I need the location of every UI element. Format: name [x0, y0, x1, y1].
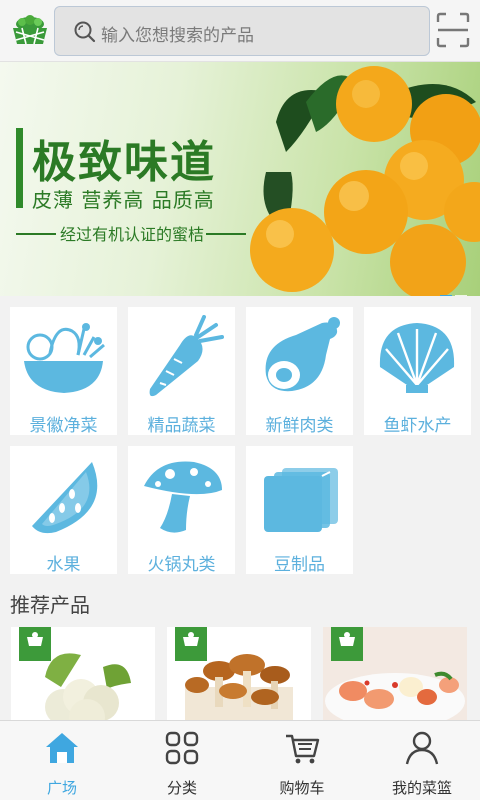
watermelon-icon	[32, 462, 98, 534]
product-card-cauliflower[interactable]	[11, 627, 155, 720]
tab-label: 购物车	[279, 779, 325, 797]
brand-badge	[331, 627, 363, 661]
category-label: 景徽净菜	[29, 416, 98, 436]
search-icon	[74, 21, 96, 43]
scan-icon[interactable]	[436, 12, 470, 48]
bottom-tab-bar: 广场 分类 购物车 我的菜篮	[0, 720, 480, 800]
salad-bowl-icon	[24, 323, 105, 393]
carousel-dot[interactable]	[455, 295, 467, 296]
top-bar: 输入您想搜索的产品	[0, 0, 480, 62]
category-label: 精品蔬菜	[147, 416, 216, 436]
user-icon	[405, 731, 439, 765]
category-label: 水果	[46, 555, 81, 575]
tab-my-basket[interactable]: 我的菜篮	[362, 721, 480, 800]
brand-logo-icon	[339, 632, 355, 646]
brand-logo-icon	[183, 632, 199, 646]
search-bar[interactable]: 输入您想搜索的产品	[54, 6, 430, 56]
ham-icon	[265, 317, 340, 392]
banner-divider-left	[16, 233, 56, 235]
product-card-shrimp[interactable]	[323, 627, 467, 720]
tab-label: 广场	[46, 779, 77, 797]
tab-label: 分类	[166, 779, 197, 797]
tab-plaza[interactable]: 广场	[2, 721, 122, 800]
shell-icon	[379, 323, 455, 393]
banner-subtitle: 皮薄 营养高 品质高	[32, 188, 215, 212]
category-label: 火锅丸类	[147, 555, 216, 575]
brand-logo-icon	[27, 632, 43, 646]
banner-accent-bar	[16, 128, 23, 208]
tab-cart[interactable]: 购物车	[242, 721, 362, 800]
recommend-section-title: 推荐产品	[10, 593, 90, 617]
category-tofu[interactable]: 豆制品	[246, 446, 353, 575]
brand-badge	[175, 627, 207, 661]
category-label: 豆制品	[274, 555, 325, 575]
banner-divider-right	[206, 233, 246, 235]
banner-title: 极致味道	[32, 137, 216, 188]
category-label: 鱼虾水产	[383, 416, 452, 436]
category-fresh-meat[interactable]: 新鲜肉类	[246, 307, 353, 436]
product-card-mushrooms[interactable]	[167, 627, 311, 720]
tab-label: 我的菜篮	[391, 779, 452, 797]
carousel-dot-active[interactable]	[440, 295, 452, 296]
category-label: 新鲜肉类	[265, 416, 334, 436]
carrot-icon	[149, 315, 224, 397]
carousel-indicator[interactable]	[440, 283, 470, 296]
search-input[interactable]: 输入您想搜索的产品	[101, 21, 254, 46]
category-hotpot-balls[interactable]: 火锅丸类	[128, 446, 235, 575]
tofu-icon	[264, 468, 338, 533]
category-jinghui-clean-veg[interactable]: 景徽净菜	[10, 307, 117, 436]
mushroom-icon	[144, 461, 222, 533]
home-icon	[46, 733, 78, 763]
tab-category[interactable]: 分类	[122, 721, 242, 800]
promo-banner[interactable]: 极致味道 皮薄 营养高 品质高 经过有机认证的蜜桔	[0, 62, 480, 296]
category-fruit[interactable]: 水果	[10, 446, 117, 575]
category-premium-veg[interactable]: 精品蔬菜	[128, 307, 235, 436]
cart-icon	[286, 734, 320, 764]
basket-logo-icon[interactable]	[10, 14, 50, 48]
grid-icon	[165, 731, 199, 765]
banner-tagline: 经过有机认证的蜜桔	[60, 225, 205, 244]
category-seafood[interactable]: 鱼虾水产	[364, 307, 471, 436]
oranges-image	[250, 66, 480, 296]
brand-badge	[19, 627, 51, 661]
